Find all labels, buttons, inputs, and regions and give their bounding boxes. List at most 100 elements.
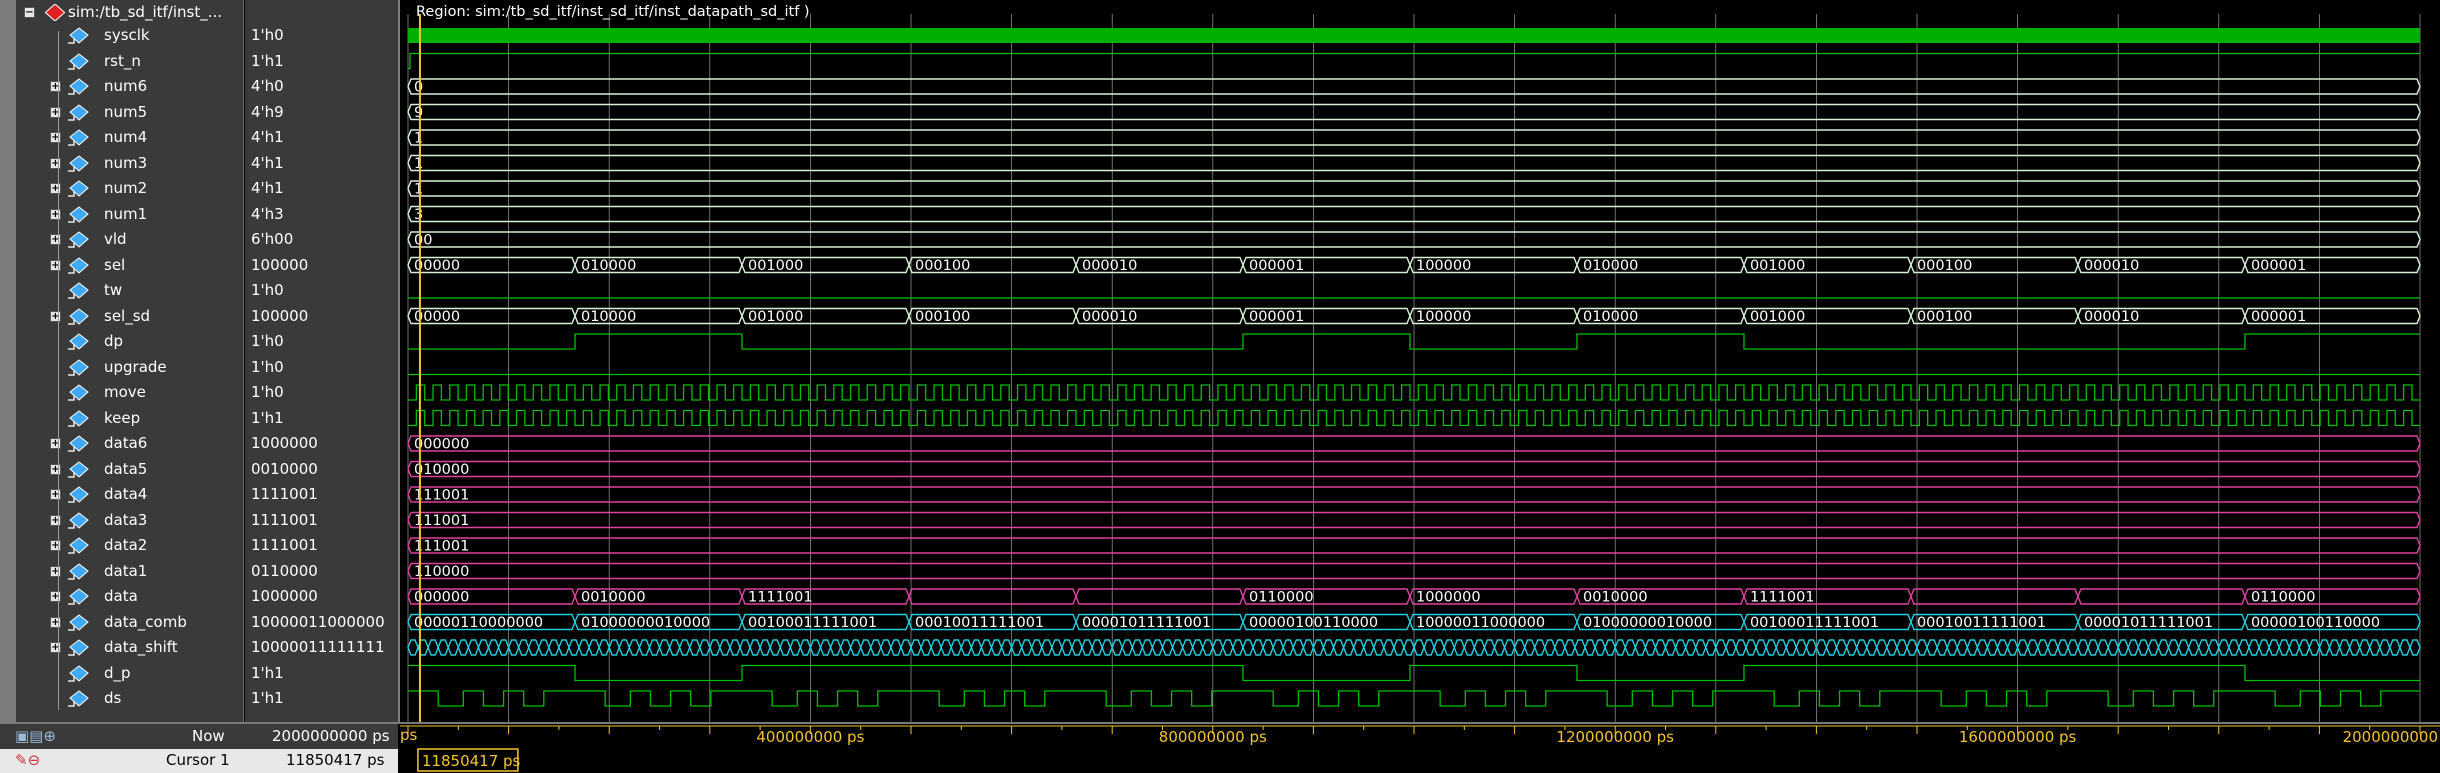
bus-value-label: 00000110000000 <box>414 615 543 631</box>
tree-line <box>58 31 59 710</box>
bus-value-label: 100000 <box>1416 309 1471 325</box>
signal-name: num3 <box>104 153 148 172</box>
signal-value-text: 1000000 <box>251 587 318 605</box>
signal-value-data_shift: 10000011111111 <box>245 635 398 660</box>
expand-icon[interactable]: + <box>50 310 61 322</box>
bus-value-label: 111001 <box>414 488 469 504</box>
collapse-icon[interactable]: − <box>24 7 35 18</box>
expand-icon[interactable]: + <box>50 565 61 577</box>
cursor-row[interactable]: ✎⊖ Cursor 1 11850417 ps <box>0 749 398 773</box>
signal-row-data1[interactable]: + data1 <box>0 559 243 584</box>
bus-value-label: 111001 <box>414 513 469 529</box>
signal-value-num6: 4'h0 <box>245 74 398 99</box>
signal-value-num4: 4'h1 <box>245 125 398 150</box>
expand-icon[interactable]: + <box>50 540 61 551</box>
signal-icon <box>68 639 89 656</box>
bus-value-label: 000001 <box>2251 309 2306 325</box>
bus-value-label: 00001011111001 <box>1082 615 1211 631</box>
signal-row-data6[interactable]: + data6 <box>0 431 243 456</box>
signal-value-text: 4'h1 <box>251 179 284 197</box>
signal-name: data1 <box>104 561 148 580</box>
expand-icon[interactable]: + <box>50 514 61 526</box>
signal-row-num3[interactable]: + num3 <box>0 151 243 176</box>
signal-row-tw[interactable]: tw <box>0 278 243 303</box>
expand-icon[interactable]: + <box>50 489 61 500</box>
ruler-tick-label: 1200000000 ps <box>1556 728 1674 746</box>
cursor-tools-icons[interactable]: ✎⊖ <box>15 751 40 769</box>
expand-icon[interactable]: + <box>50 132 61 143</box>
signal-row-data[interactable]: + data <box>0 584 243 609</box>
signal-row-keep[interactable]: keep <box>0 406 243 431</box>
signal-icon <box>68 307 89 325</box>
signal-row-data3[interactable]: + data3 <box>0 508 243 533</box>
signal-row-d_p[interactable]: d_p <box>0 661 243 686</box>
signal-row-sysclk[interactable]: sysclk <box>0 23 243 48</box>
signal-row-sel[interactable]: + sel <box>0 253 243 278</box>
now-icons[interactable]: ▣▤⊕ <box>15 727 56 745</box>
signal-name: num6 <box>104 77 148 95</box>
now-value: 2000000000 ps <box>272 727 390 745</box>
bus-value-label: 00000100110000 <box>2251 615 2380 631</box>
signal-row-data5[interactable]: + data5 <box>0 457 243 482</box>
signal-value-text: 1'h0 <box>251 332 284 350</box>
bus-value-label: 1 <box>414 182 423 198</box>
signal-row-num4[interactable]: + num4 <box>0 125 243 150</box>
signal-row-vld[interactable]: + vld <box>0 227 243 252</box>
signal-value-text: 1'h1 <box>251 663 284 682</box>
time-ruler[interactable]: ps 400000000 ps 800000000 ps 1200000000 ps 1… <box>400 724 2440 773</box>
signal-row-num1[interactable]: + num1 <box>0 202 243 227</box>
bus-value-label: 00 <box>414 233 432 249</box>
waveform-pane[interactable]: Region: sim:/tb_sd_itf/inst_sd_itf/inst_… <box>400 0 2440 722</box>
signal-name: num4 <box>104 128 148 146</box>
signal-row-dp[interactable]: dp <box>0 329 243 354</box>
signal-value-num3: 4'h1 <box>245 151 398 176</box>
signal-row-upgrade[interactable]: upgrade <box>0 355 243 380</box>
signal-row-data_shift[interactable]: + data_shift <box>0 635 243 660</box>
signal-value-text: 6'h00 <box>251 230 294 248</box>
expand-icon[interactable]: + <box>50 616 61 628</box>
signal-row-sel_sd[interactable]: + sel_sd <box>0 304 243 329</box>
signal-value-pane: 1'h0 1'h1 4'h0 4'h9 4'h1 4'h1 4'h1 4'h3 6'h00 100… <box>245 0 400 722</box>
expand-icon[interactable]: + <box>50 591 61 602</box>
signal-icon <box>68 180 89 197</box>
signal-row-data2[interactable]: + data2 <box>0 533 243 558</box>
bus-value-label: 000100 <box>915 309 970 325</box>
ruler-zero-label: ps <box>400 726 418 744</box>
signal-row-ds[interactable]: ds <box>0 686 243 711</box>
expand-icon[interactable]: + <box>50 259 61 271</box>
root-instance-row[interactable]: − sim:/tb_sd_itf/inst_... <box>0 0 243 25</box>
expand-icon[interactable]: + <box>50 438 61 449</box>
signal-name: data3 <box>104 510 148 529</box>
signal-value-move: 1'h0 <box>245 380 398 405</box>
signal-row-rst_n[interactable]: rst_n <box>0 49 243 74</box>
expand-icon[interactable]: + <box>50 81 61 92</box>
signal-name: data2 <box>104 536 148 554</box>
signal-name: move <box>104 383 146 401</box>
signal-value-text: 0010000 <box>251 459 318 478</box>
signal-row-move[interactable]: move <box>0 380 243 405</box>
signal-value-sel: 100000 <box>245 253 398 278</box>
signal-icon <box>68 282 89 299</box>
expand-icon[interactable]: + <box>50 208 61 220</box>
ruler-tick-label: 1600000000 ps <box>1959 728 2077 746</box>
expand-icon[interactable]: + <box>50 157 61 169</box>
bus-value-label: 000001 <box>1249 309 1304 325</box>
expand-icon[interactable]: + <box>50 642 61 653</box>
bus-value-label: 01000000010000 <box>581 615 710 631</box>
expand-icon[interactable]: + <box>50 463 61 475</box>
bus-value-label: 0 <box>414 80 423 96</box>
signal-row-data4[interactable]: + data4 <box>0 482 243 507</box>
signal-value-data_comb: 10000011000000 <box>245 610 398 635</box>
signal-name: ds <box>104 689 122 707</box>
bus-value-label: 3 <box>414 207 423 223</box>
signal-row-data_comb[interactable]: + data_comb <box>0 610 243 635</box>
expand-icon[interactable]: + <box>50 234 61 245</box>
expand-icon[interactable]: + <box>50 183 61 194</box>
signal-row-num2[interactable]: + num2 <box>0 176 243 201</box>
signal-name: sel_sd <box>104 306 151 325</box>
expand-icon[interactable]: + <box>50 106 61 118</box>
signal-row-num5[interactable]: + num5 <box>0 100 243 125</box>
bus-value-label: 000001 <box>2251 258 2306 274</box>
region-label: Region: sim:/tb_sd_itf/inst_sd_itf/inst_… <box>416 4 810 20</box>
signal-row-num6[interactable]: + num6 <box>0 74 243 99</box>
